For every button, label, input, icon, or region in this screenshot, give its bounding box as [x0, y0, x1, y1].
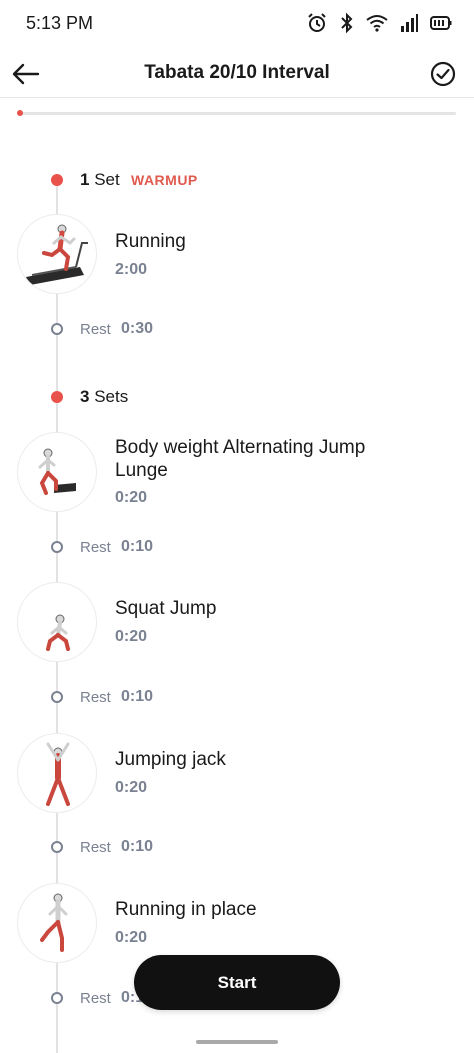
- complete-button[interactable]: [428, 59, 458, 89]
- exercise-thumbnail[interactable]: [17, 733, 97, 813]
- rest-label: Rest: [80, 539, 111, 556]
- set-count: 1: [80, 170, 90, 189]
- status-time: 5:13 PM: [26, 13, 94, 33]
- rest-marker: [51, 541, 63, 553]
- exercise-thumbnail[interactable]: [17, 214, 97, 294]
- exercise-duration: 0:20: [115, 929, 148, 946]
- wifi-icon: [366, 14, 388, 32]
- treadmill-running-illustration: [26, 224, 88, 285]
- status-bar: 5:13 PM: [0, 0, 474, 46]
- signal-icon: [400, 14, 418, 32]
- rest-label: Rest: [80, 839, 111, 856]
- check-circle-icon: [430, 61, 456, 87]
- exercise-duration: 0:20: [115, 779, 148, 796]
- rest-label: Rest: [80, 321, 111, 338]
- rest-marker: [51, 323, 63, 335]
- page-title: Tabata 20/10 Interval: [144, 62, 330, 83]
- set-header: 3 Sets: [80, 387, 128, 407]
- home-indicator[interactable]: [196, 1040, 278, 1044]
- exercise-duration: 0:20: [115, 489, 148, 506]
- running-in-place-illustration: [40, 893, 68, 952]
- status-icons: [306, 12, 452, 34]
- set-marker: [51, 174, 63, 186]
- exercise-thumbnail[interactable]: [17, 582, 97, 662]
- exercise-name: Body weight Alternating Jump Lunge: [115, 437, 366, 481]
- set-count: 3: [80, 387, 90, 406]
- exercise-name: Running: [115, 231, 186, 252]
- rest-duration: 0:10: [121, 538, 154, 555]
- workout-progress-bar: [17, 110, 456, 116]
- progress-marker: [17, 110, 23, 116]
- app-header: Tabata 20/10 Interval: [0, 50, 474, 98]
- rest-label: Rest: [80, 990, 111, 1007]
- warmup-tag: WARMUP: [131, 172, 198, 188]
- rest-duration: 0:30: [121, 320, 154, 337]
- battery-icon: [430, 15, 452, 31]
- bluetooth-icon: [340, 12, 354, 34]
- exercise-thumbnail[interactable]: [17, 432, 97, 512]
- jumping-jack-illustration: [46, 742, 70, 806]
- rest-marker: [51, 691, 63, 703]
- exercise-name: Squat Jump: [115, 598, 217, 619]
- set-label: Sets: [94, 387, 129, 406]
- exercise-duration: 2:00: [115, 261, 148, 278]
- rest-marker: [51, 841, 63, 853]
- exercise-name: Running in place: [115, 899, 257, 920]
- exercise-duration: 0:20: [115, 628, 148, 645]
- jump-lunge-illustration: [38, 448, 76, 495]
- exercise-name: Jumping jack: [115, 749, 226, 770]
- alarm-icon: [306, 12, 328, 34]
- set-marker: [51, 391, 63, 403]
- rest-duration: 0:10: [121, 838, 154, 855]
- rest-marker: [51, 992, 63, 1004]
- set-label: Set: [94, 170, 120, 189]
- exercise-thumbnail[interactable]: [17, 883, 97, 963]
- start-button[interactable]: Start: [134, 955, 340, 1010]
- squat-jump-illustration: [46, 614, 70, 651]
- rest-label: Rest: [80, 689, 111, 706]
- set-header: 1 Set: [80, 170, 120, 190]
- rest-duration: 0:10: [121, 688, 154, 705]
